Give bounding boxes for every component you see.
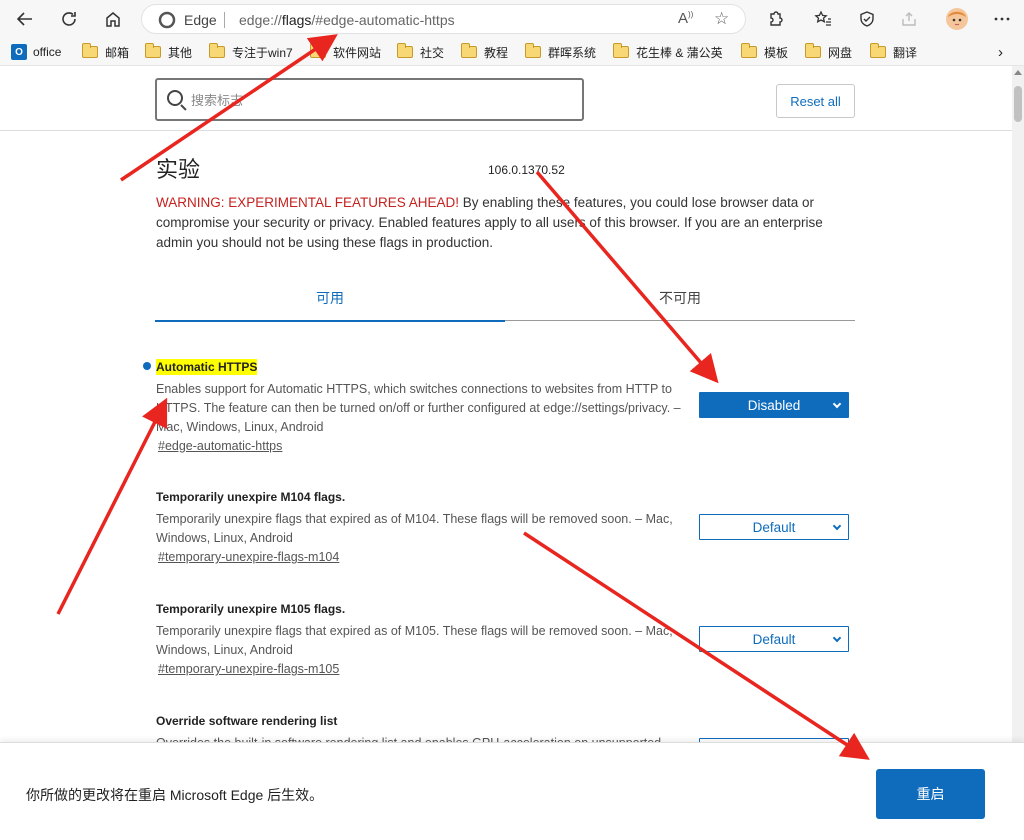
warning-text: WARNING: EXPERIMENTAL FEATURES AHEAD! By… — [156, 195, 823, 250]
scroll-up-arrow-icon[interactable] — [1014, 70, 1022, 75]
restart-button[interactable]: 重启 — [876, 769, 985, 819]
folder-icon — [81, 43, 98, 58]
bookmark-folder[interactable]: 群晖系统 — [524, 43, 596, 61]
flag-state-select[interactable]: Default — [699, 514, 849, 540]
folder-icon — [144, 43, 161, 58]
home-icon[interactable] — [101, 7, 125, 31]
folder-icon — [804, 43, 821, 58]
flag-state-select[interactable]: Default — [699, 626, 849, 652]
tab-available[interactable]: 可用 — [155, 284, 505, 322]
flag-item-override-software-rendering: Override software rendering list Overrid… — [156, 712, 856, 742]
restart-message: 你所做的更改将在重启 Microsoft Edge 后生效。 — [26, 787, 324, 803]
reset-all-button[interactable]: Reset all — [776, 84, 855, 118]
search-flags-input[interactable] — [191, 89, 571, 111]
modified-indicator-dot — [143, 362, 151, 370]
address-url[interactable]: edge://flags/#edge-automatic-https — [239, 12, 455, 28]
read-aloud-icon[interactable]: A)) — [678, 10, 693, 27]
page-scrollbar[interactable] — [1012, 66, 1024, 742]
address-bar[interactable]: Edge edge://flags/#edge-automatic-https … — [141, 4, 746, 34]
flag-anchor-link[interactable]: #temporary-unexpire-flags-m104 — [158, 550, 339, 564]
folder-icon — [460, 43, 477, 58]
browser-essentials-icon[interactable] — [855, 7, 879, 31]
bookmarks-bar: Ooffice 邮箱 其他 专注于win7 软件网站 社交 教程 群晖系统 花生… — [0, 38, 1024, 66]
search-box[interactable] — [155, 78, 584, 121]
flag-item-automatic-https: Automatic HTTPS Enables support for Auto… — [143, 358, 856, 455]
search-icon — [167, 90, 183, 106]
flags-header: Reset all — [0, 66, 1012, 131]
chevron-down-icon — [832, 399, 842, 409]
scroll-thumb[interactable] — [1014, 86, 1022, 122]
edge-logo-icon — [158, 11, 176, 29]
flag-item-unexpire-m104: Temporarily unexpire M104 flags. Tempora… — [156, 488, 856, 566]
more-menu-icon[interactable] — [990, 7, 1014, 31]
version-text: 106.0.1370.52 — [488, 163, 565, 177]
folder-icon — [612, 43, 629, 58]
address-site-name: Edge — [184, 12, 217, 28]
folder-icon — [208, 43, 225, 58]
chevron-down-icon — [832, 521, 842, 531]
flag-description: Temporarily unexpire flags that expired … — [156, 624, 673, 657]
flags-page: Reset all 实验 106.0.1370.52 WARNING: EXPE… — [0, 66, 1012, 742]
office-icon: O — [11, 44, 27, 60]
restart-bar: 你所做的更改将在重启 Microsoft Edge 后生效。 重启 — [0, 742, 1024, 840]
bookmark-folder[interactable]: 翻译 — [869, 43, 917, 61]
bookmarks-overflow-chevron-icon[interactable]: › — [998, 43, 1003, 61]
flag-title: Temporarily unexpire M105 flags. — [156, 602, 346, 616]
flag-title: Override software rendering list — [156, 714, 338, 728]
bookmark-folder[interactable]: 专注于win7 — [208, 43, 293, 61]
favorites-icon[interactable] — [811, 7, 835, 31]
flag-anchor-link[interactable]: #edge-automatic-https — [158, 439, 282, 453]
extensions-icon[interactable] — [763, 7, 787, 31]
folder-icon — [740, 43, 757, 58]
flag-description: Enables support for Automatic HTTPS, whi… — [156, 382, 681, 434]
folder-icon — [869, 43, 886, 58]
back-icon[interactable] — [13, 7, 37, 31]
flag-item-unexpire-m105: Temporarily unexpire M105 flags. Tempora… — [156, 600, 856, 678]
bookmark-folder[interactable]: 社交 — [396, 43, 444, 61]
bookmark-folder[interactable]: 花生棒 & 蒲公英 — [612, 43, 723, 61]
bookmark-folder[interactable]: 软件网站 — [309, 43, 381, 61]
page-title: 实验 — [156, 157, 201, 182]
folder-icon — [524, 43, 541, 58]
tab-unavailable[interactable]: 不可用 — [505, 284, 855, 321]
profile-avatar[interactable] — [944, 7, 970, 31]
refresh-icon[interactable] — [57, 7, 81, 31]
address-separator — [224, 12, 225, 28]
flag-anchor-link[interactable]: #temporary-unexpire-flags-m105 — [158, 662, 339, 676]
bookmark-folder[interactable]: 教程 — [460, 43, 508, 61]
bookmark-folder[interactable]: 邮箱 — [81, 43, 129, 61]
flag-title: Automatic HTTPS — [156, 359, 258, 375]
folder-icon — [309, 43, 326, 58]
flag-description: Temporarily unexpire flags that expired … — [156, 512, 673, 545]
flag-description: Overrides the built-in software renderin… — [156, 734, 696, 742]
bookmark-folder[interactable]: 网盘 — [804, 43, 852, 61]
flag-state-select[interactable]: Disabled — [699, 392, 849, 418]
folder-icon — [396, 43, 413, 58]
share-icon[interactable] — [897, 7, 921, 31]
bookmark-office[interactable]: Ooffice — [11, 43, 61, 61]
chevron-down-icon — [832, 633, 842, 643]
flag-title: Temporarily unexpire M104 flags. — [156, 490, 346, 504]
favorite-star-icon[interactable]: ☆ — [714, 9, 729, 29]
flags-tabs: 可用 不可用 — [155, 284, 855, 322]
bookmark-folder[interactable]: 模板 — [740, 43, 788, 61]
browser-toolbar: Edge edge://flags/#edge-automatic-https … — [0, 0, 1024, 38]
bookmark-folder[interactable]: 其他 — [144, 43, 192, 61]
